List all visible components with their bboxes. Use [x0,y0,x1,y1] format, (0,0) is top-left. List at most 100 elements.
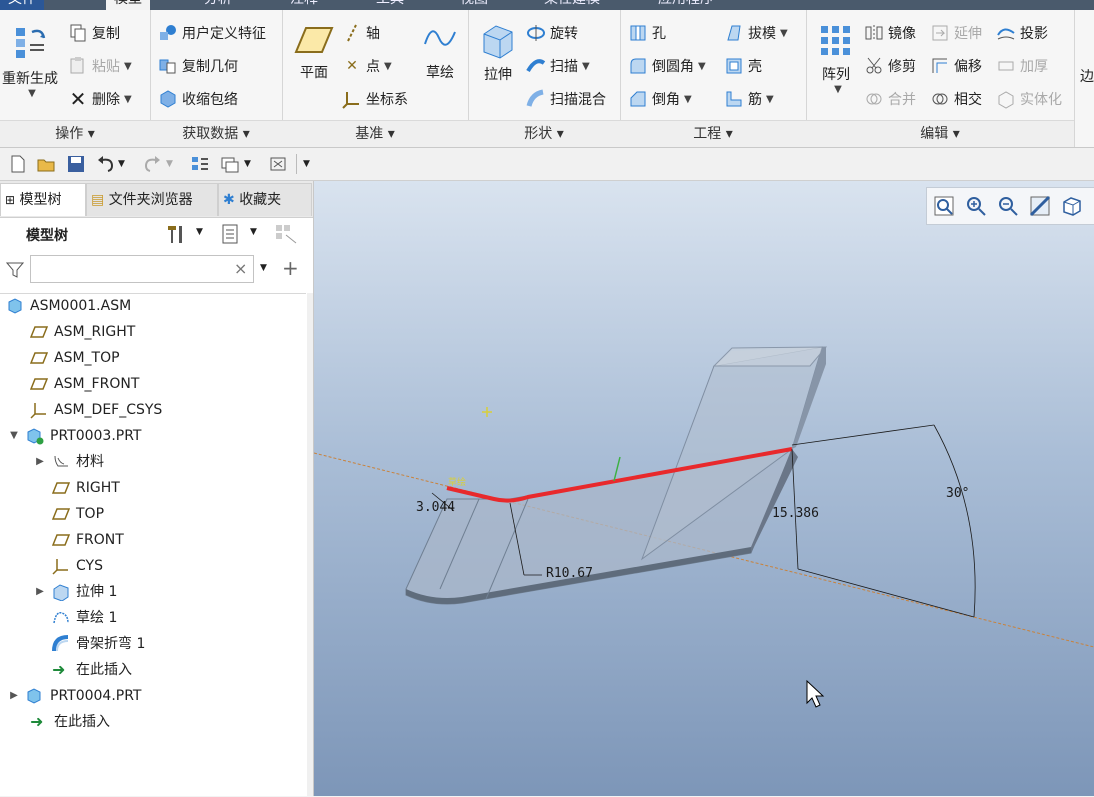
show-list-icon[interactable] [220,223,242,245]
sweep-button[interactable]: 扫描 ▼ [526,53,590,79]
chevron-down-icon[interactable]: ▼ [118,154,138,174]
save-icon[interactable] [66,154,86,174]
chevron-down-icon[interactable]: ▼ [260,263,267,273]
chevron-down-icon[interactable]: ▼ [250,227,257,237]
chevron-down-icon[interactable]: ▼ [244,154,264,174]
tab-flexible-modeling[interactable]: 柔性建模 [536,0,608,10]
swept-blend-button[interactable]: 扫描混合 [526,86,606,112]
add-filter-icon[interactable]: + [282,256,299,280]
tree-node-extrude-1[interactable]: ▶ 拉伸 1 [34,579,117,605]
solidify-button[interactable]: 实体化 [996,86,1062,112]
revolve-button[interactable]: 旋转 [526,20,578,46]
model-tree-scrollbar[interactable] [307,293,313,796]
tree-node-insert-here-asm[interactable]: ➜ 在此插入 [30,709,110,735]
delete-button[interactable]: ✕ 删除 ▼ [68,86,132,112]
new-file-icon[interactable] [8,154,28,174]
sketch-button[interactable]: 草绘 [418,22,462,82]
tree-node-right[interactable]: RIGHT [52,475,120,501]
tab-file[interactable]: 文件 [0,0,44,10]
point-button[interactable]: ✕ 点 ▼ [342,53,392,79]
tree-node-prt0004[interactable]: ▶ PRT0004.PRT [8,683,141,709]
dimension-angle[interactable]: 30° [946,486,969,501]
tree-node-asm-top[interactable]: ASM_TOP [30,345,120,371]
group-label-editing[interactable]: 编辑 ▾ [806,120,1074,147]
shell-button[interactable]: 壳 [724,53,762,79]
clear-search-icon[interactable]: × [234,259,247,278]
rib-button[interactable]: 筋 ▼ [724,86,774,112]
copy-button[interactable]: 复制 [68,20,120,46]
tab-folder-browser[interactable]: ▤ 文件夹浏览器 [86,183,218,216]
tree-node-spinal-bend-1[interactable]: 骨架折弯 1 [52,631,145,657]
tree-node-top[interactable]: TOP [52,501,104,527]
tree-node-asm-right[interactable]: ASM_RIGHT [30,319,135,345]
open-folder-icon[interactable] [36,154,56,174]
tree-node-sketch-1[interactable]: 草绘 1 [52,605,117,631]
expand-right-icon[interactable]: ▶ [34,579,46,605]
customize-toolbar-icon[interactable]: ▼ [296,154,323,174]
hole-button[interactable]: 孔 [628,20,666,46]
offset-button[interactable]: 偏移 [930,53,982,79]
graphics-viewport[interactable]: 3.044 R10.67 15.386 30° 草绘 [314,181,1094,796]
dimension-radius[interactable]: R10.67 [546,566,593,581]
udf-button[interactable]: 用户定义特征 [158,20,266,46]
tab-analysis[interactable]: 分析 [196,0,240,10]
mirror-button[interactable]: 镜像 [864,20,916,46]
redo-icon[interactable] [142,154,162,174]
group-label-engineering[interactable]: 工程 ▾ [620,120,806,147]
tree-node-asm0001[interactable]: ASM0001.ASM [6,293,131,319]
tab-model-tree[interactable]: ⊞ 模型树 [0,183,86,216]
chevron-down-icon[interactable]: ▼ [166,154,186,174]
tree-node-insert-here-part[interactable]: ➜ 在此插入 [52,657,132,683]
tab-view[interactable]: 视图 [452,0,496,10]
tree-node-prt0003[interactable]: ▼ PRT0003.PRT [8,423,142,449]
group-label-operations[interactable]: 操作 ▾ [0,120,150,147]
chamfer-button[interactable]: 倒角 ▼ [628,86,692,112]
tree-node-asm-def-csys[interactable]: ASM_DEF_CSYS [30,397,162,423]
group-label-get-data[interactable]: 获取数据 ▾ [150,120,282,147]
tab-model[interactable]: 模型 [106,0,150,10]
extrude-button[interactable]: 拉伸 [472,22,524,84]
settings-grid-icon[interactable] [274,223,298,245]
tools-icon[interactable] [166,223,188,245]
intersect-button[interactable]: 相交 [930,86,982,112]
thicken-button[interactable]: 加厚 [996,53,1048,79]
close-window-icon[interactable] [268,154,288,174]
expand-down-icon[interactable]: ▼ [8,423,20,449]
tree-node-cys[interactable]: CYS [52,553,103,579]
axis-button[interactable]: 轴 [342,20,380,46]
csys-button[interactable]: 坐标系 [342,86,408,112]
group-label-shapes[interactable]: 形状 ▾ [468,120,620,147]
paste-button[interactable]: 粘贴 ▼ [68,53,132,79]
round-button[interactable]: 倒圆角 ▼ [628,53,706,79]
tab-annotate[interactable]: 注释 [282,0,326,10]
model-tree-search-input[interactable] [30,255,254,283]
tree-node-front[interactable]: FRONT [52,527,124,553]
chevron-down-icon[interactable]: ▼ [196,227,203,237]
tree-node-asm-front[interactable]: ASM_FRONT [30,371,139,397]
trim-button[interactable]: 修剪 [864,53,916,79]
draft-button[interactable]: 拔模 ▼ [724,20,788,46]
filter-icon[interactable] [6,261,24,279]
expand-right-icon[interactable]: ▶ [8,683,20,709]
model-canvas[interactable]: 3.044 R10.67 15.386 30° 草绘 [314,181,1094,796]
merge-button[interactable]: 合并 [864,86,916,112]
dimension-height[interactable]: 15.386 [772,506,819,521]
tab-tools[interactable]: 工具 [368,0,412,10]
expand-right-icon[interactable]: ▶ [34,449,46,475]
tab-applications[interactable]: 应用程序 [650,0,722,10]
group-label-datum[interactable]: 基准 ▾ [282,120,468,147]
regenerate-button[interactable]: 重新生成 ▼ [0,22,60,99]
pattern-button[interactable]: 阵列 ▼ [810,22,862,95]
tree-node-material[interactable]: ▶ 材料 [34,449,104,475]
plane-button[interactable]: 平面 [286,22,342,82]
tab-favorites[interactable]: ✱ 收藏夹 [218,183,312,216]
windows-icon[interactable] [220,154,240,174]
edge-button[interactable]: 边 [1080,66,1094,86]
shrinkwrap-button[interactable]: 收缩包络 [158,86,238,112]
undo-icon[interactable] [96,154,116,174]
extend-button[interactable]: 延伸 [930,20,982,46]
project-button[interactable]: 投影 [996,20,1048,46]
regenerate-small-icon[interactable] [190,154,210,174]
dimension-thickness[interactable]: 3.044 [416,500,455,515]
copy-geometry-button[interactable]: 复制几何 [158,53,238,79]
